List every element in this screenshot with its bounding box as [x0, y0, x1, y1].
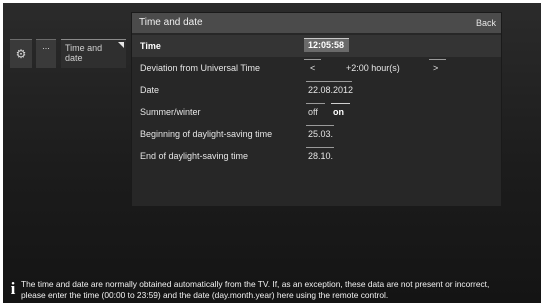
settings-tile[interactable]: ⚙	[10, 39, 32, 68]
panel-title: Time and date	[139, 17, 203, 28]
time-and-date-panel: Time and date Back Time 12:05:58 Deviati…	[132, 13, 501, 206]
dst-begin-input[interactable]: 25.03.	[308, 123, 333, 145]
time-and-date-tile[interactable]: Time and date	[61, 39, 126, 68]
more-label: ...	[42, 41, 50, 51]
dst-end-input[interactable]: 28.10.	[308, 145, 333, 167]
tv-screen: ⚙ ... Time and date Time and date Back T…	[3, 3, 541, 303]
deviation-value: +2:00 hour(s)	[346, 63, 400, 73]
time-and-date-tile-label: Time and date	[65, 43, 103, 63]
info-text: The time and date are normally obtained …	[21, 279, 536, 301]
time-label: Time	[140, 41, 161, 51]
more-tile[interactable]: ...	[36, 39, 56, 68]
info-bar: i The time and date are normally obtaine…	[6, 276, 536, 302]
on-option[interactable]: on	[333, 101, 344, 123]
dst-end-label: End of daylight-saving time	[140, 151, 249, 161]
row-dst-end[interactable]: End of daylight-saving time 28.10.	[132, 145, 501, 167]
info-icon: i	[10, 279, 16, 298]
row-date[interactable]: Date 22.08.2012	[132, 79, 501, 101]
settings-list: Time 12:05:58 Deviation from Universal T…	[132, 35, 501, 167]
row-deviation[interactable]: Deviation from Universal Time < +2:00 ho…	[132, 57, 501, 79]
time-input[interactable]: 12:05:58	[304, 38, 349, 52]
corner-indicator-icon	[118, 42, 124, 48]
off-option[interactable]: off	[308, 101, 318, 123]
back-button[interactable]: Back	[476, 13, 496, 33]
gear-icon: ⚙	[15, 47, 27, 61]
dst-begin-label: Beginning of daylight-saving time	[140, 129, 273, 139]
decrease-arrow-button[interactable]: <	[310, 57, 315, 79]
row-summer-winter[interactable]: Summer/winter off on	[132, 101, 501, 123]
row-time[interactable]: Time 12:05:58	[132, 35, 501, 57]
increase-arrow-button[interactable]: >	[433, 57, 438, 79]
info-line-2: please enter the time (00:00 to 23:59) a…	[21, 290, 389, 300]
summer-winter-label: Summer/winter	[140, 107, 201, 117]
info-line-1: The time and date are normally obtained …	[21, 279, 490, 289]
date-input[interactable]: 22.08.2012	[308, 79, 353, 101]
date-label: Date	[140, 85, 160, 95]
row-dst-begin[interactable]: Beginning of daylight-saving time 25.03.	[132, 123, 501, 145]
deviation-label: Deviation from Universal Time	[140, 63, 261, 73]
panel-header: Time and date Back	[132, 13, 501, 33]
